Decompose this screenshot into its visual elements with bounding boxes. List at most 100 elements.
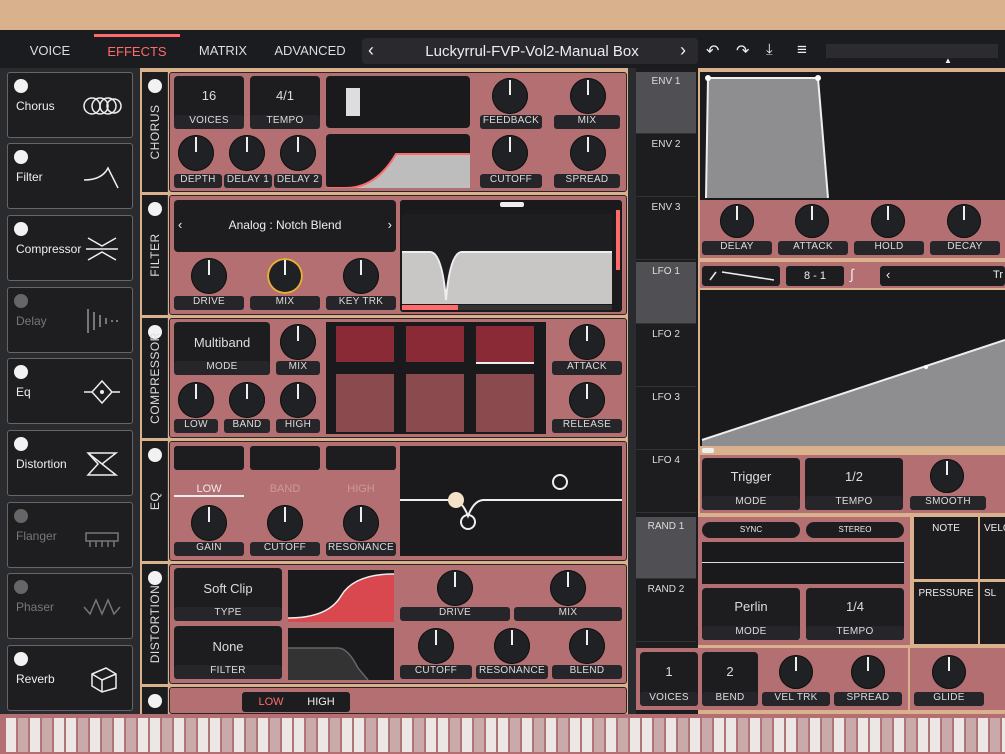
sidebar-item-reverb[interactable]: Reverb [7, 645, 133, 711]
piano-key[interactable] [174, 718, 185, 752]
eq-enable-toggle[interactable] [148, 448, 162, 462]
piano-key[interactable] [114, 718, 125, 752]
eq-low-shape-button[interactable] [174, 446, 244, 470]
eq-response-graph[interactable] [400, 446, 622, 556]
piano-key[interactable] [558, 718, 569, 752]
piano-key[interactable] [714, 718, 725, 752]
veltrk-knob[interactable] [779, 655, 813, 689]
piano-key[interactable] [498, 718, 509, 752]
chorus-delay2-knob[interactable] [280, 135, 316, 171]
sidebar-item-delay[interactable]: Delay [7, 287, 133, 353]
piano-key[interactable] [870, 718, 881, 752]
piano-key[interactable] [978, 718, 989, 752]
filter-enable-toggle[interactable] [148, 202, 162, 216]
chorus-mix-knob[interactable] [570, 78, 606, 114]
volume-marker-icon[interactable]: ▲ [944, 56, 952, 65]
eq-gain-knob[interactable] [191, 505, 227, 541]
piano-key[interactable] [858, 718, 869, 752]
note-source[interactable]: NOTE [914, 517, 978, 579]
sidebar-item-flanger[interactable]: Flanger [7, 502, 133, 568]
piano-key[interactable] [618, 718, 629, 752]
piano-key[interactable] [510, 718, 521, 752]
piano-key[interactable] [402, 718, 413, 752]
piano-key[interactable] [354, 718, 365, 752]
piano-key[interactable] [630, 718, 641, 752]
spread-knob[interactable] [851, 655, 885, 689]
piano-key[interactable] [582, 718, 593, 752]
piano-key[interactable] [954, 718, 965, 752]
piano-key[interactable] [270, 718, 281, 752]
preset-prev-icon[interactable]: ‹ [368, 40, 374, 61]
piano-key[interactable] [414, 718, 425, 752]
piano-key[interactable] [42, 718, 53, 752]
piano-keyboard[interactable] [0, 714, 1005, 754]
filter-drive-knob[interactable] [191, 258, 227, 294]
sidebar-item-eq[interactable]: Eq [7, 358, 133, 424]
piano-key[interactable] [702, 718, 713, 752]
piano-key[interactable] [786, 718, 797, 752]
piano-key[interactable] [654, 718, 665, 752]
sidebar-item-distortion[interactable]: Distortion [7, 430, 133, 496]
toggle-dot[interactable] [14, 365, 28, 379]
toggle-dot[interactable] [14, 222, 28, 236]
lfo-curve-icon[interactable]: ∫ [850, 266, 854, 282]
eq-band-shape-button[interactable] [250, 446, 320, 470]
distortion-blend-knob[interactable] [569, 628, 605, 664]
piano-key[interactable] [690, 718, 701, 752]
eq-resonance-knob[interactable] [343, 505, 379, 541]
piano-key[interactable] [882, 718, 893, 752]
velo-source[interactable]: VELO [980, 517, 1005, 579]
piano-key[interactable] [462, 718, 473, 752]
mod-tab-env1[interactable]: ENV 1 [636, 72, 696, 134]
pressure-source[interactable]: PRESSURE [914, 582, 978, 644]
lfo-preset-selector[interactable]: ‹ Tr [880, 266, 1005, 286]
sidebar-item-chorus[interactable]: Chorus [7, 72, 133, 138]
piano-key[interactable] [906, 718, 917, 752]
piano-key[interactable] [126, 718, 137, 752]
piano-key[interactable] [486, 718, 497, 752]
sidebar-item-filter[interactable]: Filter [7, 143, 133, 209]
piano-key[interactable] [246, 718, 257, 752]
piano-key[interactable] [774, 718, 785, 752]
compressor-mix-knob[interactable] [280, 324, 316, 360]
tab-low[interactable]: LOW [250, 696, 292, 708]
rand-stereo-button[interactable]: STEREO [806, 522, 904, 538]
chorus-enable-toggle[interactable] [148, 79, 162, 93]
piano-key[interactable] [30, 718, 41, 752]
piano-key[interactable] [186, 718, 197, 752]
piano-key[interactable] [474, 718, 485, 752]
filter-mix-knob[interactable] [267, 258, 303, 294]
tab-effects[interactable]: EFFECTS [94, 34, 180, 68]
piano-key[interactable] [594, 718, 605, 752]
piano-key[interactable] [6, 718, 17, 752]
sidebar-item-compressor[interactable]: Compressor [7, 215, 133, 281]
piano-key[interactable] [150, 718, 161, 752]
mod-tab-env2[interactable]: ENV 2 [636, 135, 696, 197]
piano-key[interactable] [294, 718, 305, 752]
piano-key[interactable] [54, 718, 65, 752]
volume-meter[interactable] [826, 44, 998, 58]
mod-tab-lfo2[interactable]: LFO 2 [636, 325, 696, 387]
compressor-band-display[interactable] [326, 322, 546, 434]
toggle-dot[interactable] [14, 437, 28, 451]
piano-key[interactable] [642, 718, 653, 752]
chorus-cutoff-knob[interactable] [492, 135, 528, 171]
compressor-band-knob[interactable] [229, 382, 265, 418]
piano-key[interactable] [222, 718, 233, 752]
piano-key[interactable] [138, 718, 149, 752]
compressor-release-knob[interactable] [569, 382, 605, 418]
eq-tab-high[interactable]: HIGH [326, 483, 396, 495]
eq-tab-band[interactable]: BAND [250, 483, 320, 495]
slide-source[interactable]: SL [980, 582, 1005, 644]
chorus-delay1-knob[interactable] [229, 135, 265, 171]
piano-key[interactable] [930, 718, 941, 752]
piano-key[interactable] [210, 718, 221, 752]
mod-tab-lfo4[interactable]: LFO 4 [636, 451, 696, 513]
tab-voice[interactable]: VOICE [14, 34, 86, 68]
piano-key[interactable] [438, 718, 449, 752]
toggle-dot[interactable] [14, 150, 28, 164]
piano-key[interactable] [570, 718, 581, 752]
redo-icon[interactable]: ↷ [736, 41, 749, 61]
piano-key[interactable] [822, 718, 833, 752]
piano-key[interactable] [162, 718, 173, 752]
